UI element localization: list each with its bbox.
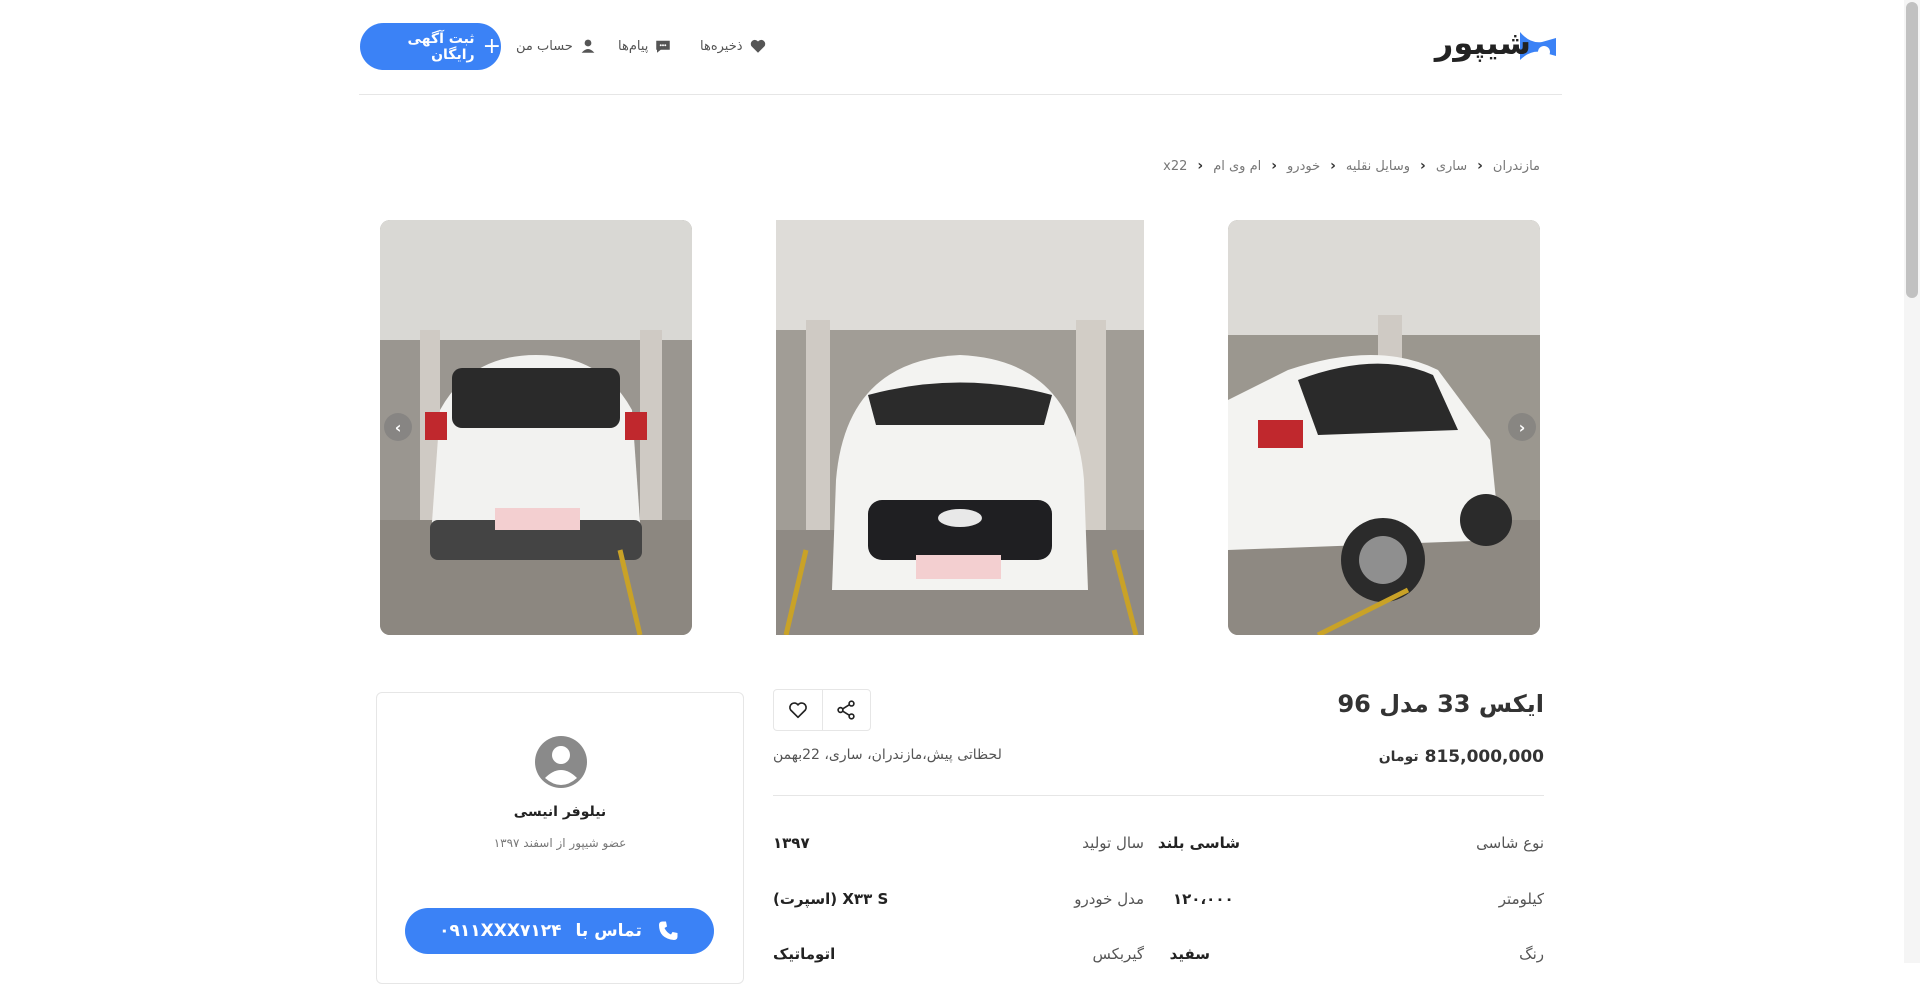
chevron-left-icon: ‹ bbox=[1420, 158, 1426, 174]
post-ad-button[interactable]: + ثبت آگهی رایگان bbox=[360, 23, 501, 70]
saved-link[interactable]: ذخیره‌ها bbox=[700, 34, 767, 58]
spec-value: ۱۳۹۷ bbox=[773, 834, 810, 852]
logo-text[interactable]: شیپور bbox=[1435, 24, 1531, 62]
gallery-prev-arrow[interactable]: ‹ bbox=[384, 413, 412, 441]
car-photo-rear[interactable] bbox=[380, 220, 692, 635]
phone-icon bbox=[658, 921, 678, 940]
spec-value: اتوماتیک bbox=[773, 945, 836, 963]
messages-link[interactable]: پیام‌ها bbox=[618, 34, 672, 58]
spec-value: ۱۲۰،۰۰۰ bbox=[1173, 890, 1234, 908]
info-divider bbox=[773, 795, 1544, 796]
spec-label: سال تولید bbox=[1082, 834, 1144, 852]
account-label: حساب من bbox=[516, 38, 573, 54]
post-ad-label: ثبت آگهی رایگان bbox=[407, 30, 475, 63]
user-icon bbox=[581, 39, 595, 53]
chevron-left-icon: ‹ bbox=[1330, 158, 1336, 174]
breadcrumb-item[interactable]: مازندران bbox=[1493, 159, 1540, 174]
chevron-left-icon: ‹ bbox=[1271, 158, 1278, 174]
chat-icon bbox=[656, 40, 671, 53]
favorite-button[interactable] bbox=[774, 690, 822, 730]
call-seller-button[interactable]: تماس با ۰۹۱۱XXX۷۱۲۴ bbox=[405, 908, 714, 954]
chevron-left-icon: ‹ bbox=[1477, 158, 1483, 174]
member-since: عضو شیپور از اسفند ۱۳۹۷ bbox=[493, 836, 627, 850]
avatar bbox=[535, 736, 587, 788]
scrollbar-thumb[interactable] bbox=[1906, 2, 1918, 298]
share-icon bbox=[837, 700, 855, 720]
gallery-next-arrow[interactable]: › bbox=[1508, 413, 1536, 441]
call-label: تماس با bbox=[575, 921, 642, 941]
seller-name: نیلوفر انیسی bbox=[513, 804, 607, 820]
spec-value: شاسی بلند bbox=[1157, 834, 1240, 852]
phone-number: ۰۹۱۱XXX۷۱۲۴ bbox=[439, 921, 562, 941]
heart-outline-icon bbox=[788, 702, 807, 719]
share-button[interactable] bbox=[821, 690, 871, 730]
saved-label: ذخیره‌ها bbox=[700, 38, 743, 54]
chevron-left-icon: ‹ bbox=[1197, 158, 1204, 174]
listing-location-time: لحظاتی پیش،مازندران، ساری، 22بهمن bbox=[773, 747, 1002, 763]
price-value: 815,000,000 bbox=[1424, 747, 1544, 767]
breadcrumb-item[interactable]: x22 bbox=[1163, 159, 1187, 174]
spec-value: X۳۳ S (اسپرت) bbox=[773, 890, 889, 908]
breadcrumb-item[interactable]: خودرو bbox=[1287, 159, 1320, 174]
spec-value: سفید bbox=[1169, 945, 1210, 963]
spec-label: نوع شاسی bbox=[1476, 834, 1544, 852]
listing-price: 815,000,000 تومان bbox=[1379, 747, 1544, 767]
spec-label: گیربکس bbox=[1092, 945, 1144, 963]
car-photo-front[interactable] bbox=[776, 220, 1144, 635]
account-link[interactable]: حساب من bbox=[516, 34, 597, 58]
listing-actions bbox=[773, 689, 871, 731]
breadcrumb-item[interactable]: ام وی ام bbox=[1213, 159, 1261, 174]
listing-title: ایکس 33 مدل 96 bbox=[1337, 690, 1544, 718]
breadcrumb-item[interactable]: وسایل نقلیه bbox=[1346, 159, 1410, 174]
breadcrumb: مازندران ‹ ساری ‹ وسایل نقلیه ‹ خودرو ‹ … bbox=[1163, 158, 1540, 174]
car-photo-side[interactable] bbox=[1228, 220, 1540, 635]
spec-label: کیلومتر bbox=[1498, 890, 1544, 908]
breadcrumb-item[interactable]: ساری bbox=[1436, 159, 1467, 174]
heart-icon bbox=[750, 39, 765, 53]
plus-icon: + bbox=[482, 33, 501, 59]
spec-label: رنگ bbox=[1519, 945, 1544, 963]
header-divider bbox=[359, 94, 1562, 95]
messages-label: پیام‌ها bbox=[618, 38, 649, 54]
spec-label: مدل خودرو bbox=[1074, 890, 1144, 908]
price-unit: تومان bbox=[1378, 749, 1419, 765]
